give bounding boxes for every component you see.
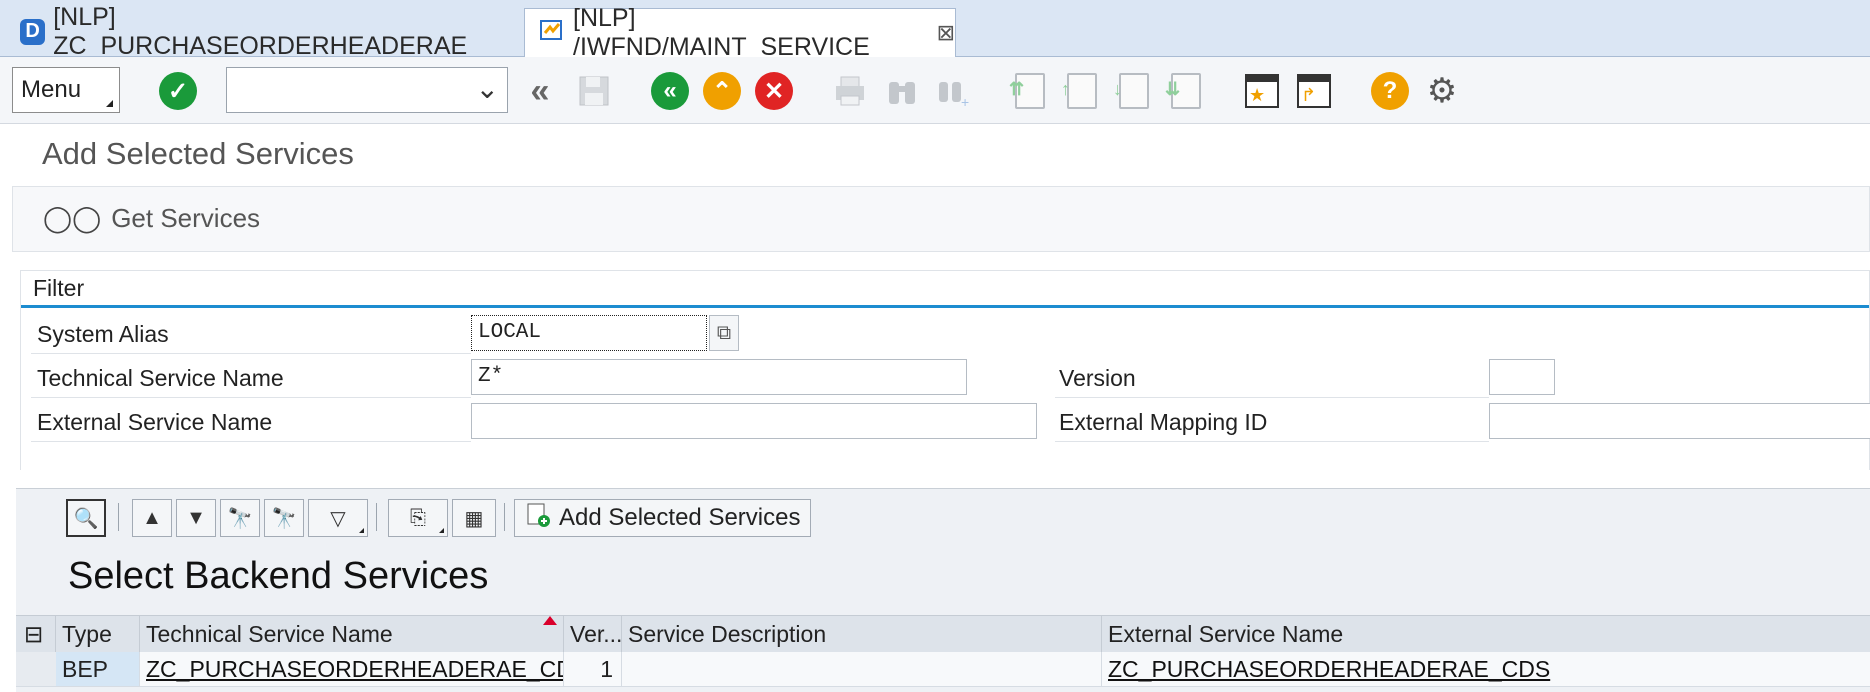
get-services-label: Get Services xyxy=(111,203,261,233)
layout-icon[interactable]: ▦ xyxy=(452,499,496,537)
cell-external-service-name[interactable]: ZC_PURCHASEORDERHEADERAE_CDS xyxy=(1102,652,1870,686)
menu-label: Menu xyxy=(21,76,82,103)
backend-services-grid: 🔍 ▲ ▼ 🔭 🔭 ▽ ⎘ ▦ Add Selected Services Se… xyxy=(16,488,1870,692)
menu-button[interactable]: Menu xyxy=(12,67,120,113)
value-help-icon[interactable]: ⧉ xyxy=(709,315,739,351)
toolbar-separator xyxy=(118,503,119,531)
tab-maint-service[interactable]: [NLP] /IWFND/MAINT_SERVICE ⊠ xyxy=(524,4,956,61)
sort-ascending-icon[interactable]: ▲ xyxy=(132,499,172,537)
toolbar-separator xyxy=(376,503,377,531)
table-row[interactable]: BEP ZC_PURCHASEORDERHEADERAE_CDS 1 ZC_PU… xyxy=(16,652,1870,687)
tab-purchaseorder[interactable]: D [NLP] ZC_PURCHASEORDERHEADERAE xyxy=(6,3,522,60)
print-icon[interactable] xyxy=(830,71,870,111)
grid-title: Select Backend Services xyxy=(68,555,489,597)
find-icon[interactable]: 🔭 xyxy=(220,499,260,537)
column-header-external-service-name[interactable]: External Service Name xyxy=(1102,616,1870,652)
transaction-icon xyxy=(539,17,565,50)
divider xyxy=(1055,397,1489,398)
grid-header: ⊟ Type Technical Service Name Ver... Ser… xyxy=(16,615,1870,653)
cancel-icon[interactable]: ✕ xyxy=(754,71,794,111)
column-header-version[interactable]: Ver... xyxy=(564,616,622,652)
column-header-type[interactable]: Type xyxy=(56,616,140,652)
external-mapping-id-input[interactable] xyxy=(1489,403,1870,439)
tab-label: [NLP] /IWFND/MAINT_SERVICE xyxy=(573,4,870,61)
application-toolbar: ◯◯ Get Services xyxy=(12,186,1870,252)
cell-service-description xyxy=(622,652,1102,686)
system-toolbar: Menu ✓ ⌄ « « ⌃ ✕ + ⇈ ↑ ↓ ⇊ ★ ↱ ? ⚙ xyxy=(0,57,1870,124)
details-icon[interactable]: 🔍 xyxy=(66,499,106,537)
previous-page-icon[interactable]: ↑ xyxy=(1061,71,1102,111)
divider xyxy=(31,397,471,398)
svg-text:+: + xyxy=(961,94,969,108)
divider xyxy=(1055,441,1489,442)
command-field[interactable]: ⌄ xyxy=(226,67,508,113)
find-next-icon[interactable]: 🔭 xyxy=(264,499,304,537)
enter-icon[interactable]: ✓ xyxy=(158,71,198,111)
shortcut-icon[interactable]: ↱ xyxy=(1294,71,1334,111)
filter-icon[interactable]: ▽ xyxy=(308,499,368,537)
system-alias-input[interactable]: LOCAL xyxy=(471,315,707,351)
chevron-down-icon[interactable]: ⌄ xyxy=(476,72,499,105)
divider xyxy=(31,441,471,442)
external-service-name-input[interactable] xyxy=(471,403,1037,439)
customize-layout-icon[interactable]: ⚙ xyxy=(1422,71,1462,111)
save-icon[interactable] xyxy=(574,71,614,111)
help-icon[interactable]: ? xyxy=(1370,71,1410,111)
cell-version: 1 xyxy=(564,652,622,686)
tab-bar: D [NLP] ZC_PURCHASEORDERHEADERAE [NLP] /… xyxy=(0,0,1870,61)
version-input[interactable] xyxy=(1489,359,1555,395)
last-page-icon[interactable]: ⇊ xyxy=(1165,71,1206,111)
tab-label: [NLP] ZC_PURCHASEORDERHEADERAE xyxy=(53,2,468,60)
add-selected-services-label: Add Selected Services xyxy=(559,504,801,531)
next-page-icon[interactable]: ↓ xyxy=(1113,71,1154,111)
sort-descending-icon[interactable]: ▼ xyxy=(176,499,216,537)
technical-service-name-input[interactable]: Z* xyxy=(471,359,967,395)
find-next-icon[interactable]: + xyxy=(934,71,974,111)
divider xyxy=(31,353,471,354)
add-selected-services-button[interactable]: Add Selected Services xyxy=(514,499,812,537)
toolbar-separator xyxy=(504,503,505,531)
cell-technical-service-name[interactable]: ZC_PURCHASEORDERHEADERAE_CDS xyxy=(140,652,564,686)
back-double-icon[interactable]: « xyxy=(520,71,560,111)
dropdown-corner-icon xyxy=(106,100,113,107)
back-icon[interactable]: « xyxy=(650,71,690,111)
row-selector[interactable] xyxy=(16,652,57,686)
system-alias-label: System Alias xyxy=(37,321,169,347)
close-tab-icon[interactable]: ⊠ xyxy=(937,20,955,46)
sort-indicator-icon xyxy=(543,616,557,625)
glasses-icon: ◯◯ xyxy=(43,203,102,233)
external-service-name-label: External Service Name xyxy=(37,409,273,435)
get-services-button[interactable]: ◯◯ Get Services xyxy=(43,203,260,234)
page-title: Add Selected Services xyxy=(42,136,354,171)
filter-panel: Filter System Alias LOCAL ⧉ Technical Se… xyxy=(20,270,1870,470)
d-badge-icon: D xyxy=(20,18,46,45)
column-header-technical-service-name[interactable]: Technical Service Name xyxy=(140,616,564,652)
external-mapping-id-label: External Mapping ID xyxy=(1059,409,1268,435)
create-session-icon[interactable]: ★ xyxy=(1242,71,1282,111)
find-icon[interactable] xyxy=(882,71,922,111)
export-icon[interactable]: ⎘ xyxy=(388,499,448,537)
technical-service-name-label: Technical Service Name xyxy=(37,365,284,391)
exit-icon[interactable]: ⌃ xyxy=(702,71,742,111)
cell-type: BEP xyxy=(56,652,140,686)
filter-header: Filter xyxy=(21,271,1869,308)
add-document-icon xyxy=(525,502,551,535)
column-header-service-description[interactable]: Service Description xyxy=(622,616,1102,652)
first-page-icon[interactable]: ⇈ xyxy=(1009,71,1050,111)
version-label: Version xyxy=(1059,365,1136,391)
select-all-icon[interactable]: ⊟ xyxy=(16,616,56,652)
